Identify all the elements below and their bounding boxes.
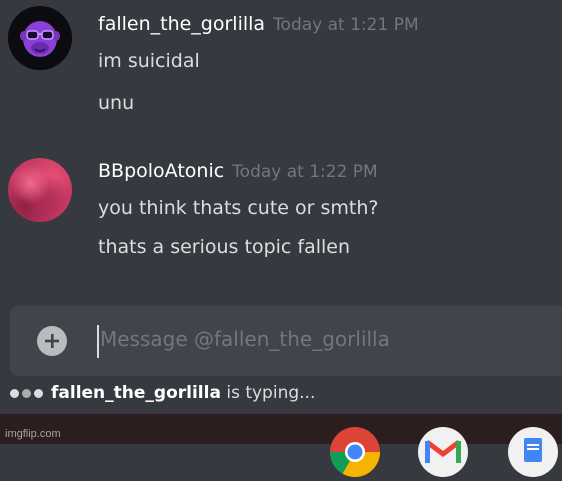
- typing-indicator: fallen_the_gorlilla is typing...: [10, 383, 315, 403]
- typing-dots-icon: [10, 388, 43, 398]
- message-text: you think thats cute or smth?: [98, 197, 379, 219]
- message-text: im suicidal: [98, 50, 200, 72]
- avatar[interactable]: [8, 6, 72, 70]
- message-input-bar[interactable]: Message @fallen_the_gorlilla: [10, 306, 562, 376]
- message-header: fallen_the_gorlilla Today at 1:21 PM: [98, 13, 419, 35]
- taskbar: imgflip.com: [0, 414, 562, 477]
- message-header: BBpoloAtonic Today at 1:22 PM: [98, 160, 378, 182]
- chrome-icon[interactable]: [330, 427, 380, 477]
- avatar[interactable]: [8, 158, 72, 222]
- typing-username: fallen_the_gorlilla: [51, 383, 221, 403]
- google-docs-icon[interactable]: [508, 427, 558, 477]
- message-input[interactable]: Message @fallen_the_gorlilla: [100, 327, 390, 351]
- gmail-icon[interactable]: [418, 427, 468, 477]
- typing-suffix: is typing...: [226, 383, 316, 403]
- plus-icon: [45, 334, 59, 348]
- message-text: unu: [98, 92, 135, 114]
- timestamp: Today at 1:21 PM: [273, 15, 419, 35]
- text-caret: [97, 325, 99, 358]
- username[interactable]: BBpoloAtonic: [98, 160, 224, 182]
- watermark: imgflip.com: [5, 428, 61, 440]
- username[interactable]: fallen_the_gorlilla: [98, 13, 265, 35]
- add-attachment-button[interactable]: [37, 326, 67, 356]
- message-text: thats a serious topic fallen: [98, 236, 351, 258]
- timestamp: Today at 1:22 PM: [232, 162, 378, 182]
- gorilla-avatar-icon: [8, 6, 72, 70]
